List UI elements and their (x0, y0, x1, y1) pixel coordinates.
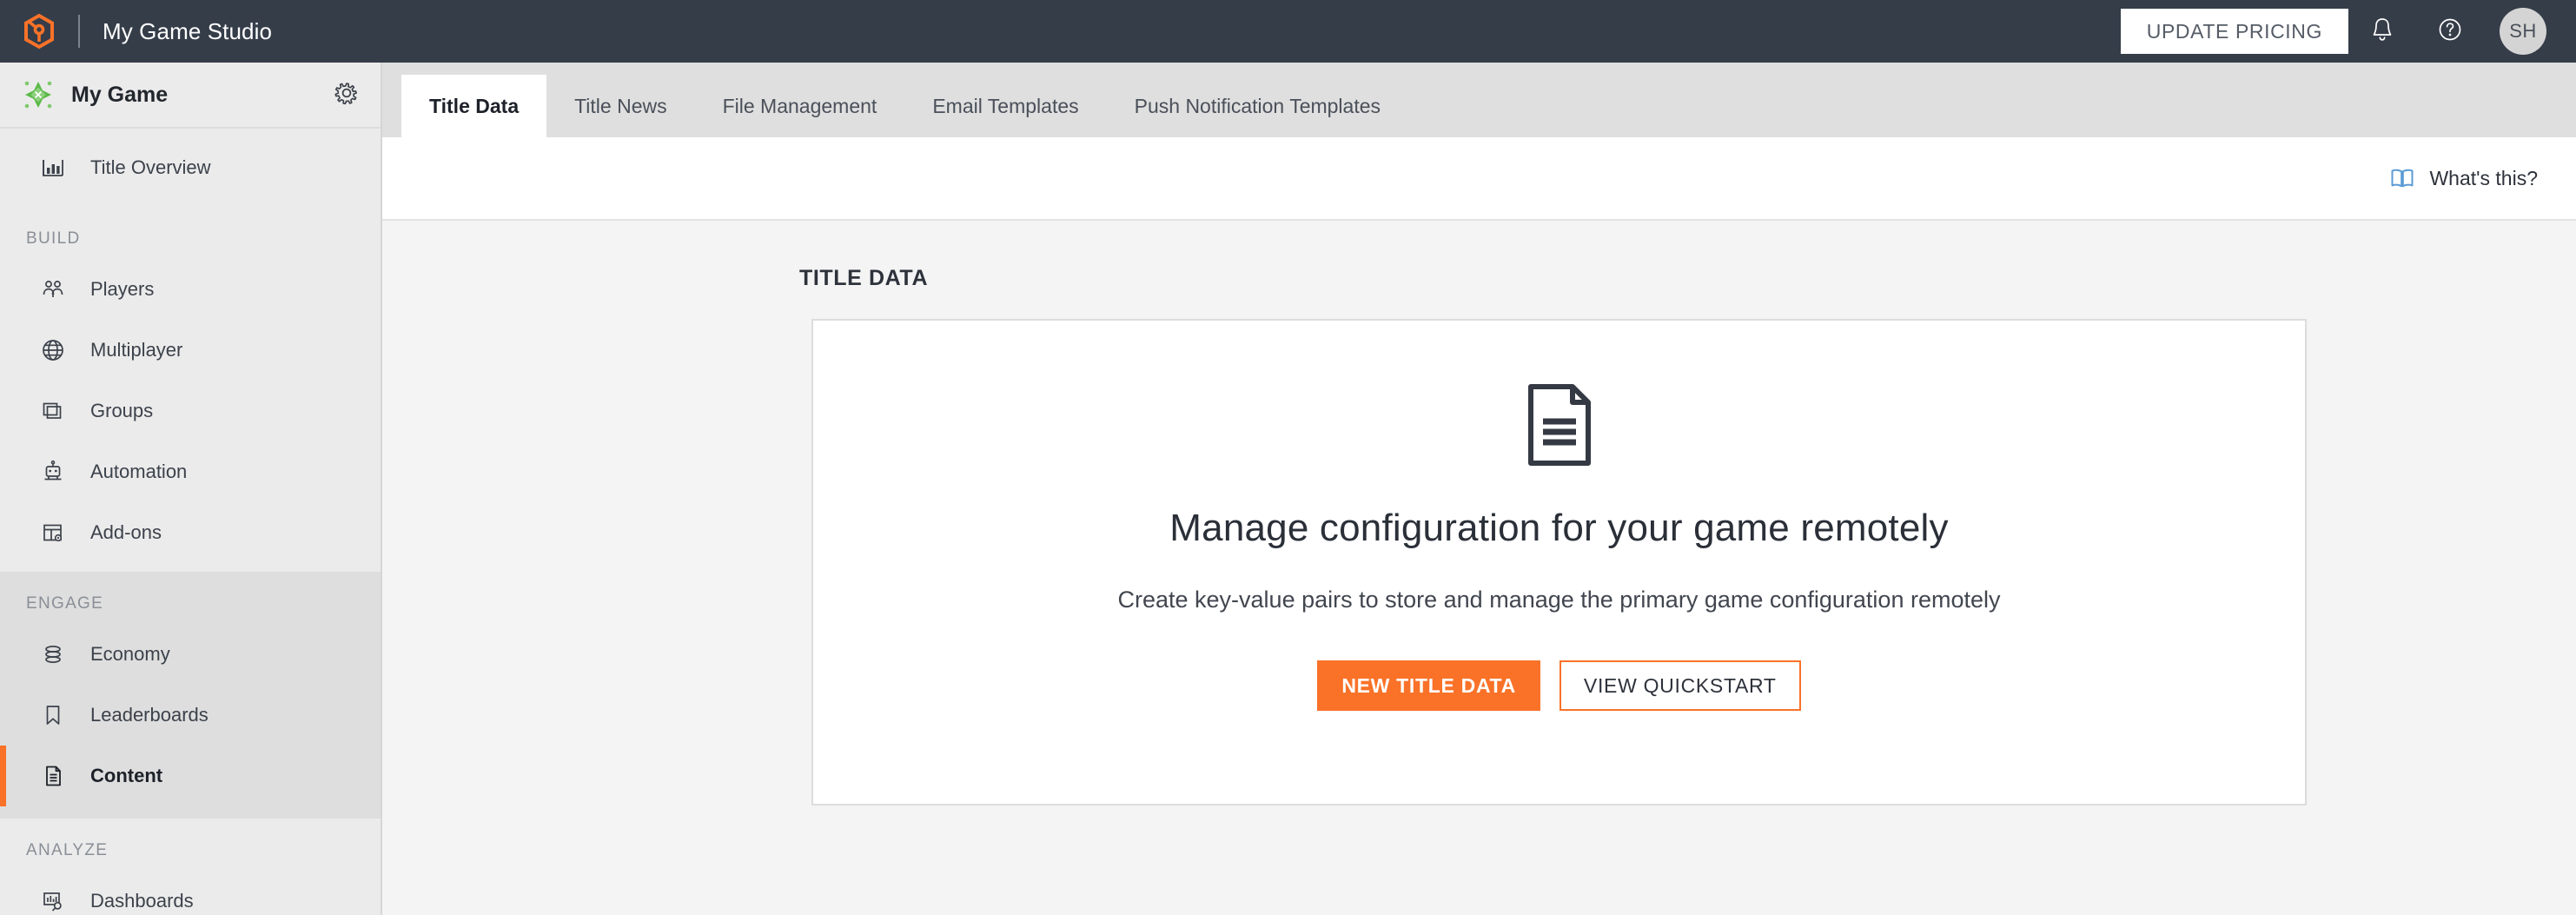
sidebar-item-label: Add-ons (90, 521, 162, 543)
whats-this-label: What's this? (2429, 166, 2538, 189)
open-book-icon (2389, 165, 2415, 191)
coins-stack-icon (38, 640, 68, 669)
sidebar-item-label: Multiplayer (90, 339, 183, 361)
sidebar-item-content[interactable]: Content (0, 746, 381, 806)
empty-state-actions: NEW TITLE DATA VIEW QUICKSTART (1317, 660, 1801, 712)
sidebar-item-label: Automation (90, 461, 188, 482)
bell-icon (2370, 17, 2394, 47)
sidebar-item-label: Economy (90, 643, 170, 665)
document-lines-icon (38, 761, 68, 791)
brand-divider (78, 15, 80, 48)
sidebar-item-label: Dashboards (90, 890, 194, 912)
people-icon (38, 275, 68, 304)
sidebar-item-groups[interactable]: Groups (0, 381, 381, 441)
sidebar-group-label-build: BUILD (26, 229, 81, 248)
sidebar-group-overview: Title Overview (0, 129, 381, 207)
sidebar-item-players[interactable]: Players (0, 259, 381, 320)
tab-bar: Title Data Title News File Management Em… (382, 63, 2576, 137)
content-area: Title Data Title News File Management Em… (382, 63, 2576, 915)
sidebar-group-engage: ENGAGE Economy Leaderboards Content (0, 572, 381, 819)
sidebar: My Game Title Overview BUILD Players Mul… (0, 63, 382, 915)
empty-state-heading: Manage configuration for your game remot… (1169, 507, 1949, 549)
whats-this-row: What's this? (382, 137, 2576, 221)
help-circle-icon (2437, 17, 2463, 47)
game-name: My Game (71, 82, 169, 107)
tab-title-news[interactable]: Title News (546, 75, 695, 137)
sidebar-item-automation[interactable]: Automation (0, 441, 381, 502)
empty-state-description: Create key-value pairs to store and mana… (1117, 587, 2001, 613)
help-button[interactable] (2416, 0, 2484, 63)
notifications-button[interactable] (2348, 0, 2416, 63)
main-panel: TITLE DATA Manage configuration for your… (382, 221, 2576, 915)
sidebar-item-label: Content (90, 765, 163, 786)
sidebar-group-label-analyze: ANALYZE (26, 841, 109, 859)
app-root: My Game Studio UPDATE PRICING SH My Game… (0, 0, 2576, 915)
tab-title-data[interactable]: Title Data (401, 75, 547, 137)
sidebar-group-build: BUILD Players Multiplayer Groups Automat… (0, 207, 381, 572)
green-star-game-icon (21, 77, 56, 112)
new-title-data-button[interactable]: NEW TITLE DATA (1317, 660, 1540, 712)
sidebar-item-add-ons[interactable]: Add-ons (0, 502, 381, 563)
topbar-actions: UPDATE PRICING SH (2120, 0, 2552, 63)
globe-icon (38, 335, 68, 365)
studio-title: My Game Studio (103, 17, 273, 44)
sidebar-item-label: Title Overview (90, 156, 211, 178)
tab-push-notification-templates[interactable]: Push Notification Templates (1107, 75, 1408, 137)
brand[interactable]: My Game Studio (21, 13, 272, 50)
sidebar-item-label: Groups (90, 400, 154, 421)
tab-email-templates[interactable]: Email Templates (904, 75, 1106, 137)
view-quickstart-button[interactable]: VIEW QUICKSTART (1559, 660, 1801, 712)
title-settings-button[interactable] (332, 80, 361, 109)
table-gear-icon (38, 518, 68, 547)
sidebar-group-label-engage: ENGAGE (26, 594, 104, 613)
empty-state-card: Manage configuration for your game remot… (811, 319, 2307, 806)
sidebar-header: My Game (0, 63, 381, 129)
sidebar-item-multiplayer[interactable]: Multiplayer (0, 320, 381, 381)
chart-search-icon (38, 886, 68, 915)
whats-this-link[interactable]: What's this? (2389, 165, 2538, 191)
stacked-windows-icon (38, 396, 68, 426)
sidebar-item-label: Players (90, 278, 155, 300)
top-bar: My Game Studio UPDATE PRICING SH (0, 0, 2576, 63)
sidebar-item-label: Leaderboards (90, 704, 209, 726)
bookmark-icon (38, 700, 68, 730)
sidebar-item-dashboards[interactable]: Dashboards (0, 871, 381, 915)
gear-icon (333, 79, 361, 111)
page-title: TITLE DATA (799, 266, 929, 290)
sidebar-group-analyze: ANALYZE Dashboards (0, 819, 381, 915)
body-wrap: My Game Title Overview BUILD Players Mul… (0, 63, 2576, 915)
bar-chart-icon (38, 153, 68, 182)
update-pricing-button[interactable]: UPDATE PRICING (2120, 9, 2348, 54)
playfab-hexagon-logo-icon (21, 13, 57, 50)
sidebar-item-leaderboards[interactable]: Leaderboards (0, 685, 381, 746)
sidebar-item-economy[interactable]: Economy (0, 624, 381, 685)
document-lines-icon (1520, 381, 1599, 468)
robot-icon (38, 457, 68, 487)
sidebar-nav: Title Overview BUILD Players Multiplayer… (0, 129, 381, 915)
sidebar-item-title-overview[interactable]: Title Overview (0, 137, 381, 198)
tab-file-management[interactable]: File Management (695, 75, 905, 137)
avatar[interactable]: SH (2500, 8, 2546, 55)
